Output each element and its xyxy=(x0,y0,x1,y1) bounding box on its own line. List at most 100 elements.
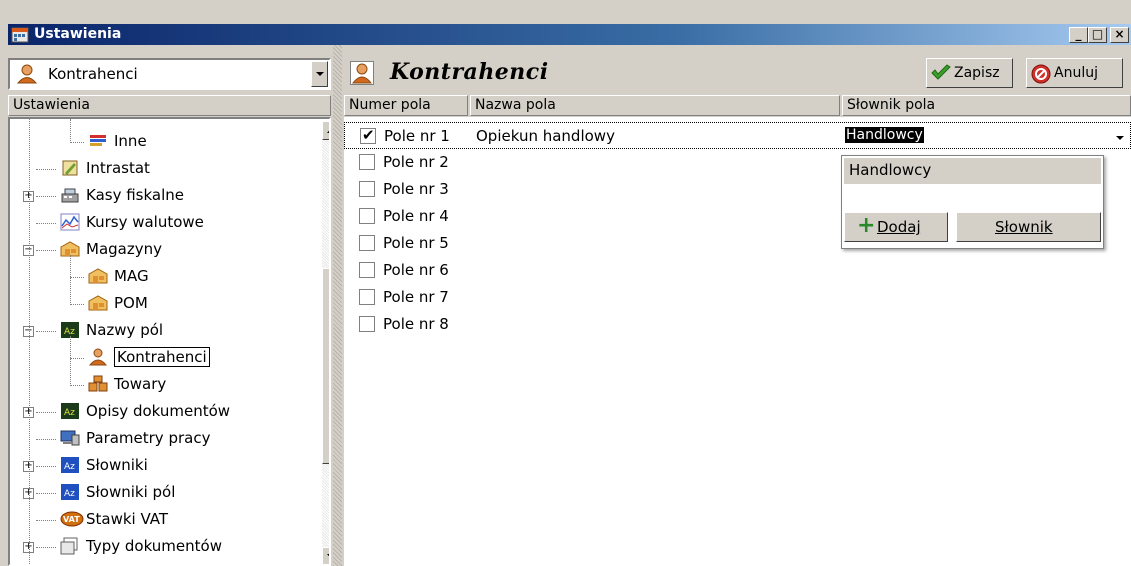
field-name[interactable]: Opiekun handlowy xyxy=(476,127,615,145)
tree-item[interactable]: Kursy walutowe xyxy=(10,210,320,236)
page-title: Kontrahenci xyxy=(390,59,549,85)
tree-trunk-line xyxy=(29,119,30,564)
column-header-name[interactable]: Nazwa pola xyxy=(470,95,840,116)
field-number: Pole nr 8 xyxy=(383,315,449,333)
field-checkbox[interactable]: ✔ xyxy=(360,126,376,144)
tree-header[interactable]: Ustawienia xyxy=(8,95,331,116)
table-row[interactable]: ✔ Pole nr 1 Opiekun handlowy Handlowcy xyxy=(344,122,1131,149)
scroll-up-button[interactable] xyxy=(322,121,329,140)
tree-item[interactable]: + Az Słowniki xyxy=(10,453,320,479)
person-icon xyxy=(350,61,374,85)
right-header: Kontrahenci Zapisz Anuluj xyxy=(344,58,1131,90)
person-icon xyxy=(88,348,108,366)
table-row[interactable]: Pole nr 7 xyxy=(344,284,1131,311)
tree-connector xyxy=(36,439,56,440)
chevron-down-icon[interactable] xyxy=(1116,136,1124,140)
cancel-button[interactable]: Anuluj xyxy=(1026,58,1123,88)
field-checkbox[interactable] xyxy=(359,181,375,197)
field-checkbox[interactable] xyxy=(359,262,375,278)
column-header-number[interactable]: Numer pola xyxy=(344,95,468,116)
tree-item-label: Nazwy pól xyxy=(86,321,164,339)
maximize-button[interactable]: □ xyxy=(1088,27,1107,43)
tree-connector xyxy=(36,169,56,170)
save-button[interactable]: Zapisz xyxy=(926,58,1013,88)
table-row[interactable]: Pole nr 6 xyxy=(344,257,1131,284)
document-icon xyxy=(60,537,80,555)
chart-icon xyxy=(60,213,80,231)
tree-branch-line xyxy=(70,255,71,305)
tree-item[interactable]: Inne xyxy=(10,129,320,155)
tree-item[interactable]: − Magazyny xyxy=(10,237,320,263)
tree-connector xyxy=(36,196,56,197)
combo-value: Kontrahenci xyxy=(48,65,138,83)
field-number: Pole nr 1 xyxy=(384,127,450,145)
warehouse-icon xyxy=(88,267,108,285)
cancel-icon xyxy=(1031,64,1051,84)
tree-connector xyxy=(70,304,84,305)
close-button[interactable]: × xyxy=(1110,27,1129,43)
tree-connector xyxy=(36,250,56,251)
add-label: Dodaj xyxy=(877,218,921,236)
settings-tree[interactable]: Inne Intrastat + Kasy fiskalne Kursy walutow… xyxy=(8,117,331,566)
tree-item-label: Intrastat xyxy=(86,159,150,177)
svg-text:Az: Az xyxy=(64,462,75,472)
minimize-button[interactable]: _ xyxy=(1069,27,1088,43)
tree-item[interactable]: POM xyxy=(10,291,320,317)
tree-branch-line xyxy=(70,336,71,386)
tree-connector xyxy=(36,493,56,494)
dictionary-button[interactable]: Słownik xyxy=(956,212,1101,242)
table-row[interactable]: Pole nr 8 xyxy=(344,311,1131,338)
field-number: Pole nr 5 xyxy=(383,234,449,252)
tree-item[interactable]: VAT Stawki VAT xyxy=(10,507,320,533)
folder-icon xyxy=(88,132,108,150)
tree-branch-line xyxy=(70,119,71,143)
tree-item[interactable]: + Az Słowniki pól xyxy=(10,480,320,506)
settings-window: Ustawienia _ □ × Kontrahenci Ustawienia … xyxy=(0,0,1131,566)
tree-item[interactable]: Intrastat xyxy=(10,156,320,182)
tree-connector xyxy=(36,466,56,467)
field-checkbox[interactable] xyxy=(359,154,375,170)
scroll-down-button[interactable] xyxy=(322,547,329,564)
tree-item-label: Stawki VAT xyxy=(86,510,169,528)
dictionary-value: Handlowcy xyxy=(845,127,924,143)
category-combo[interactable]: Kontrahenci xyxy=(8,58,331,90)
az-blue-icon: Az xyxy=(60,456,80,474)
tree-item[interactable]: + Typy dokumentów xyxy=(10,534,320,560)
tree-item-label: Kursy walutowe xyxy=(86,213,204,231)
field-number: Pole nr 7 xyxy=(383,288,449,306)
tree-scrollbar[interactable] xyxy=(322,121,329,564)
combo-dropdown-button[interactable] xyxy=(311,61,328,87)
svg-text:Az: Az xyxy=(64,408,75,418)
scroll-thumb[interactable] xyxy=(322,268,329,464)
field-checkbox[interactable] xyxy=(359,235,375,251)
add-button[interactable]: + Dodaj xyxy=(844,212,948,242)
tree-item[interactable]: − Az Nazwy pól xyxy=(10,318,320,344)
tree-item[interactable]: MAG xyxy=(10,264,320,290)
pane-splitter[interactable] xyxy=(333,45,342,566)
tree-item[interactable]: + Kasy fiskalne xyxy=(10,183,320,209)
svg-text:VAT: VAT xyxy=(63,515,80,524)
field-checkbox[interactable] xyxy=(359,208,375,224)
tree-item[interactable]: + Az Opisy dokumentów xyxy=(10,399,320,425)
app-icon xyxy=(11,26,29,43)
field-checkbox[interactable] xyxy=(359,316,375,332)
tree-item-label: POM xyxy=(114,294,148,312)
field-number: Pole nr 4 xyxy=(383,207,449,225)
dictionary-combo[interactable]: Handlowcy xyxy=(842,126,1130,147)
az-blue-icon: Az xyxy=(60,483,80,501)
tree-item[interactable]: Kontrahenci xyxy=(10,345,320,371)
title-bar[interactable]: Ustawienia _ □ × xyxy=(8,24,1131,45)
checkmark-icon xyxy=(931,64,951,82)
field-checkbox[interactable] xyxy=(359,289,375,305)
tree-connector xyxy=(70,358,84,359)
cash-register-icon xyxy=(60,186,80,204)
tree-item-label: Kasy fiskalne xyxy=(86,186,185,204)
dropdown-item[interactable]: Handlowcy xyxy=(844,158,1101,184)
vat-icon: VAT xyxy=(60,510,84,528)
tree-item[interactable]: Parametry pracy xyxy=(10,426,320,452)
tree-connector xyxy=(36,412,56,413)
cancel-label: Anuluj xyxy=(1054,65,1098,81)
pencil-icon xyxy=(60,159,80,177)
tree-item[interactable]: Towary xyxy=(10,372,320,398)
column-header-dictionary[interactable]: Słownik pola xyxy=(842,95,1131,116)
